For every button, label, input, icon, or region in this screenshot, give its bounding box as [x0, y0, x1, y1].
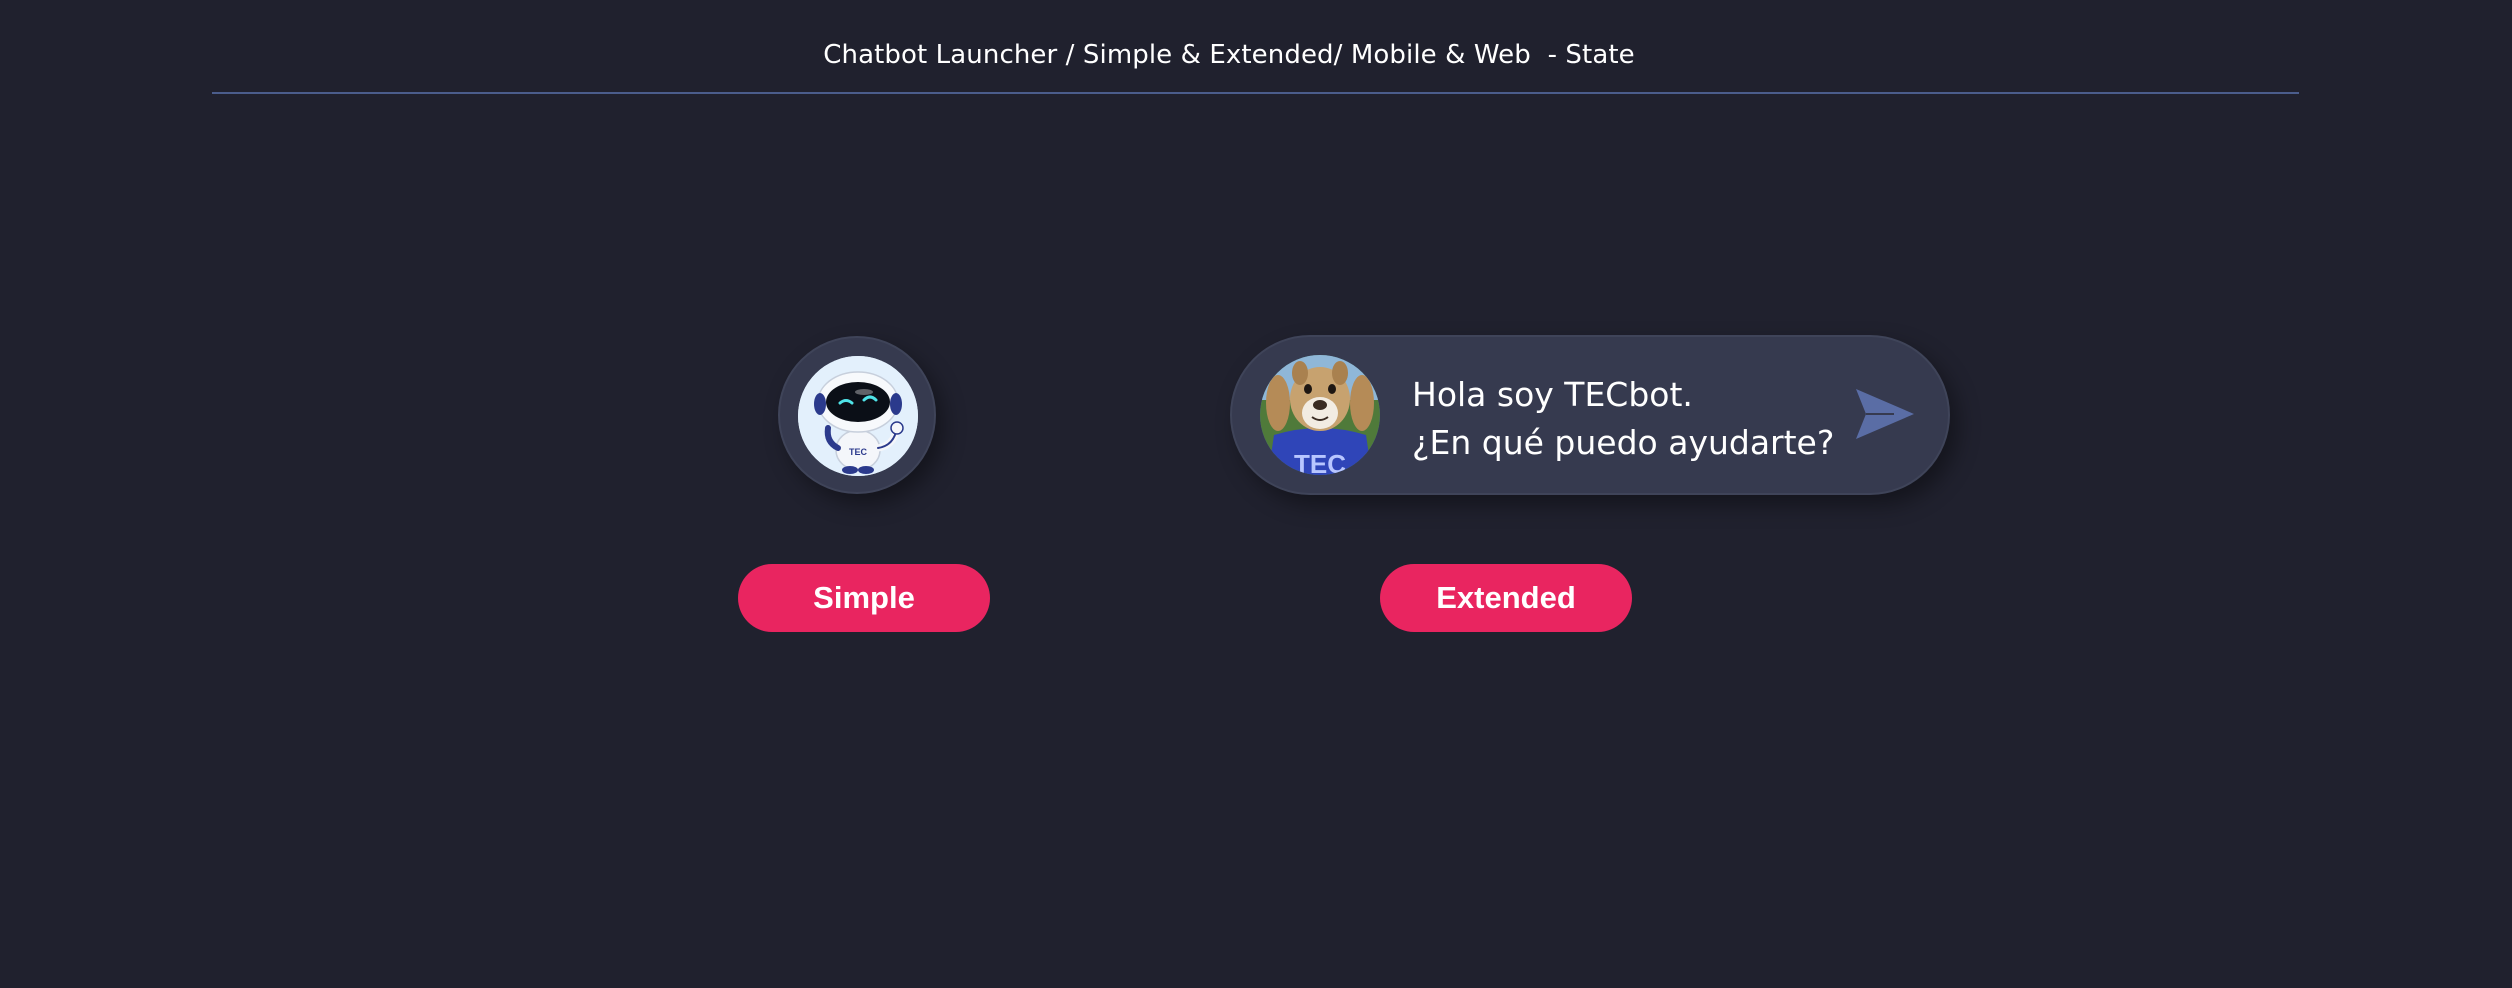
send-arrow-icon[interactable] — [1854, 387, 1916, 441]
robot-badge-text: TEC — [849, 447, 868, 457]
page-title: Chatbot Launcher / Simple & Extended/ Mo… — [823, 40, 1635, 70]
extended-chatbot-launcher[interactable]: TEC Hola soy TECbot. ¿En qué puedo ayuda… — [1230, 335, 1950, 495]
title-divider — [212, 92, 2299, 94]
simple-label-badge: Simple — [738, 564, 990, 632]
greeting-message: Hola soy TECbot. ¿En qué puedo ayudarte? — [1412, 371, 1834, 467]
tec-mascot-icon: TEC — [1260, 355, 1380, 475]
simple-chatbot-launcher[interactable]: TEC — [778, 336, 936, 494]
greeting-line-1: Hola soy TECbot. — [1412, 375, 1693, 414]
extended-label-badge: Extended — [1380, 564, 1632, 632]
tecbot-robot-icon: TEC — [798, 356, 918, 476]
greeting-line-2: ¿En qué puedo ayudarte? — [1412, 423, 1835, 462]
mascot-shirt-text: TEC — [1294, 449, 1346, 475]
